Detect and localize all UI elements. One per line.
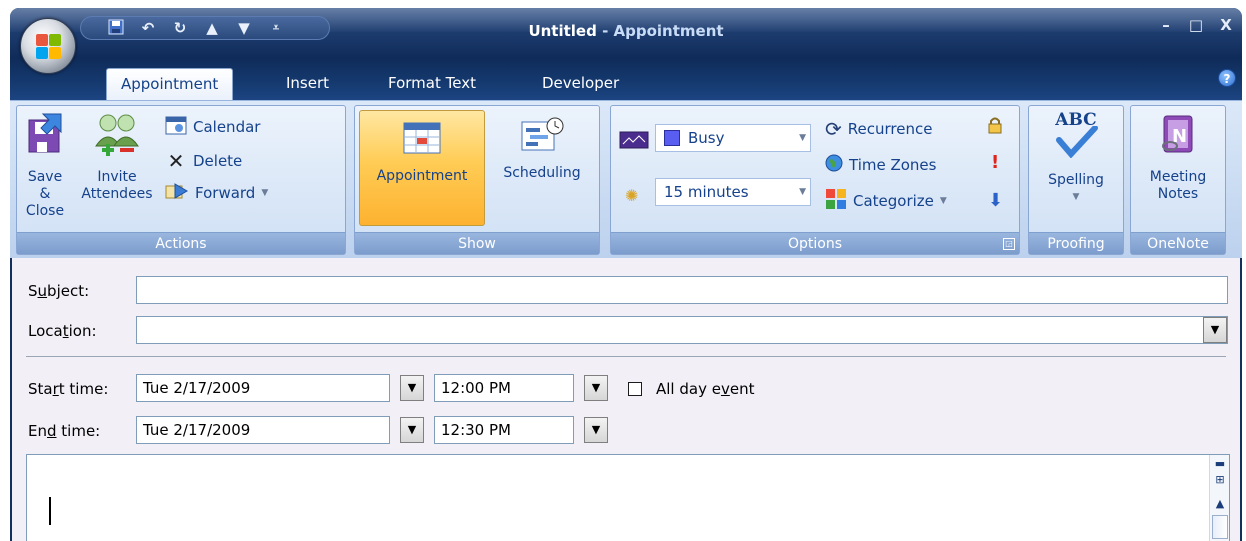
show-as-combo[interactable]: Busy ▼ bbox=[655, 124, 811, 152]
maximize-button[interactable]: □ bbox=[1186, 16, 1206, 34]
office-logo-icon bbox=[36, 34, 62, 60]
group-options: Busy ▼ ✺ 15 minutes ▼ ⟳ Recurrence Time … bbox=[610, 105, 1020, 255]
start-time-label: Start time: bbox=[28, 380, 109, 398]
time-zones-button[interactable]: Time Zones bbox=[825, 152, 936, 178]
calendar-button[interactable]: Calendar bbox=[165, 114, 260, 140]
recurrence-button[interactable]: ⟳ Recurrence bbox=[825, 116, 932, 142]
group-show: Appointment Scheduling Show bbox=[354, 105, 600, 255]
group-label-actions: Actions bbox=[17, 232, 345, 254]
appointment-form: Subject: Location: ▼ Start time: Tue 2/1… bbox=[10, 258, 1242, 541]
text-caret bbox=[49, 497, 51, 525]
start-time-input[interactable]: 12:00 PM bbox=[434, 374, 574, 402]
group-onenote: N Meeting Notes OneNote bbox=[1130, 105, 1226, 255]
group-actions: Save & Close Invite Attendees Calendar ✕… bbox=[16, 105, 346, 255]
tab-insert[interactable]: Insert bbox=[272, 68, 343, 100]
end-date-input[interactable]: Tue 2/17/2009 bbox=[136, 416, 390, 444]
calendar-icon bbox=[165, 115, 187, 139]
quick-access-toolbar: ↶ ↻ ▲ ▼ ⩡ bbox=[80, 16, 330, 40]
customize-icon[interactable]: ⩡ bbox=[267, 19, 285, 37]
forward-icon bbox=[165, 181, 189, 205]
minimize-button[interactable]: – bbox=[1156, 16, 1176, 34]
end-date-dropdown-icon[interactable]: ▼ bbox=[400, 417, 424, 443]
redo-icon[interactable]: ↻ bbox=[171, 19, 189, 37]
appointment-view-button[interactable]: Appointment bbox=[359, 110, 485, 226]
notes-body-editor[interactable]: ▬ ⊞ ▲ bbox=[26, 454, 1230, 541]
group-proofing: ABC Spelling ▼ Proofing bbox=[1028, 105, 1124, 255]
end-time-dropdown-icon[interactable]: ▼ bbox=[584, 417, 608, 443]
location-dropdown-icon[interactable]: ▼ bbox=[1203, 317, 1227, 343]
undo-icon[interactable]: ↶ bbox=[139, 19, 157, 37]
delete-icon: ✕ bbox=[167, 149, 185, 173]
group-label-proofing: Proofing bbox=[1029, 232, 1123, 254]
delete-button[interactable]: ✕ Delete bbox=[165, 148, 243, 174]
ribbon: Save & Close Invite Attendees Calendar ✕… bbox=[10, 100, 1242, 258]
save-close-button[interactable]: Save & Close bbox=[23, 112, 67, 220]
scheduling-view-button[interactable]: Scheduling bbox=[487, 116, 597, 182]
high-importance-icon[interactable]: ! bbox=[991, 152, 999, 173]
group-label-onenote: OneNote bbox=[1131, 232, 1225, 254]
group-label-show: Show bbox=[355, 232, 599, 254]
categorize-icon bbox=[825, 188, 847, 214]
appointment-calendar-icon bbox=[360, 119, 484, 160]
window-controls: – □ X bbox=[1156, 16, 1236, 34]
all-day-event-checkbox[interactable] bbox=[628, 382, 642, 396]
all-day-event-label: All day event bbox=[656, 380, 755, 398]
help-icon[interactable]: ? bbox=[1218, 69, 1236, 87]
up-arrow-icon[interactable]: ▲ bbox=[203, 19, 221, 37]
scheduling-icon bbox=[487, 116, 597, 157]
appointment-window: Untitled - Appointment – □ X ↶ ↻ ▲ ▼ ⩡ A… bbox=[10, 8, 1242, 541]
forward-button[interactable]: Forward ▼ bbox=[165, 180, 268, 206]
show-as-dropdown-icon[interactable]: ▼ bbox=[799, 133, 806, 143]
tab-appointment[interactable]: Appointment bbox=[106, 68, 234, 100]
location-label: Location: bbox=[28, 322, 97, 340]
categorize-button[interactable]: Categorize ▼ bbox=[825, 188, 947, 214]
save-close-icon bbox=[23, 112, 67, 161]
scrollbar-split-icon[interactable]: ▬ bbox=[1212, 457, 1228, 470]
start-date-input[interactable]: Tue 2/17/2009 bbox=[136, 374, 390, 402]
categorize-dropdown-icon[interactable]: ▼ bbox=[940, 196, 947, 206]
start-time-dropdown-icon[interactable]: ▼ bbox=[584, 375, 608, 401]
ribbon-tabs: Appointment Insert Format Text Developer… bbox=[10, 58, 1242, 100]
meeting-notes-button[interactable]: N Meeting Notes bbox=[1135, 112, 1221, 203]
busy-swatch-icon bbox=[664, 130, 680, 146]
scroll-thumb[interactable] bbox=[1212, 515, 1228, 539]
location-combo[interactable]: ▼ bbox=[136, 316, 1228, 344]
globe-icon bbox=[825, 154, 843, 176]
vertical-scrollbar[interactable]: ▬ ⊞ ▲ bbox=[1209, 455, 1229, 541]
show-as-icon bbox=[619, 130, 649, 154]
options-dialog-launcher-icon[interactable]: ◲ bbox=[1003, 238, 1015, 250]
scroll-up-icon[interactable]: ▲ bbox=[1212, 497, 1228, 510]
forward-dropdown-icon[interactable]: ▼ bbox=[261, 188, 268, 198]
subject-label: Subject: bbox=[28, 282, 90, 300]
invite-attendees-icon bbox=[75, 112, 159, 161]
close-button[interactable]: X bbox=[1216, 16, 1236, 34]
form-separator bbox=[26, 356, 1226, 357]
end-time-label: End time: bbox=[28, 422, 101, 440]
subject-input[interactable] bbox=[136, 276, 1228, 304]
low-importance-icon[interactable]: ⬇ bbox=[988, 190, 1003, 211]
reminder-bell-icon: ✺ bbox=[625, 186, 639, 205]
spelling-button[interactable]: ABC Spelling ▼ bbox=[1033, 112, 1119, 206]
recurrence-icon: ⟳ bbox=[825, 117, 842, 141]
down-arrow-icon[interactable]: ▼ bbox=[235, 19, 253, 37]
end-time-input[interactable]: 12:30 PM bbox=[434, 416, 574, 444]
group-label-options: Options bbox=[611, 232, 1019, 254]
spelling-dropdown-icon[interactable]: ▼ bbox=[1033, 189, 1119, 206]
tab-developer[interactable]: Developer bbox=[528, 68, 633, 100]
reminder-dropdown-icon[interactable]: ▼ bbox=[799, 187, 806, 197]
spelling-check-icon: ABC bbox=[1033, 112, 1119, 164]
invite-attendees-button[interactable]: Invite Attendees bbox=[75, 112, 159, 203]
save-icon[interactable] bbox=[107, 19, 125, 37]
ruler-toggle-icon[interactable]: ⊞ bbox=[1212, 473, 1228, 486]
reminder-combo[interactable]: 15 minutes ▼ bbox=[655, 178, 811, 206]
onenote-icon: N bbox=[1135, 112, 1221, 161]
tab-format-text[interactable]: Format Text bbox=[374, 68, 490, 100]
start-date-dropdown-icon[interactable]: ▼ bbox=[400, 375, 424, 401]
private-lock-icon[interactable] bbox=[987, 116, 1003, 138]
office-button[interactable] bbox=[20, 18, 76, 74]
